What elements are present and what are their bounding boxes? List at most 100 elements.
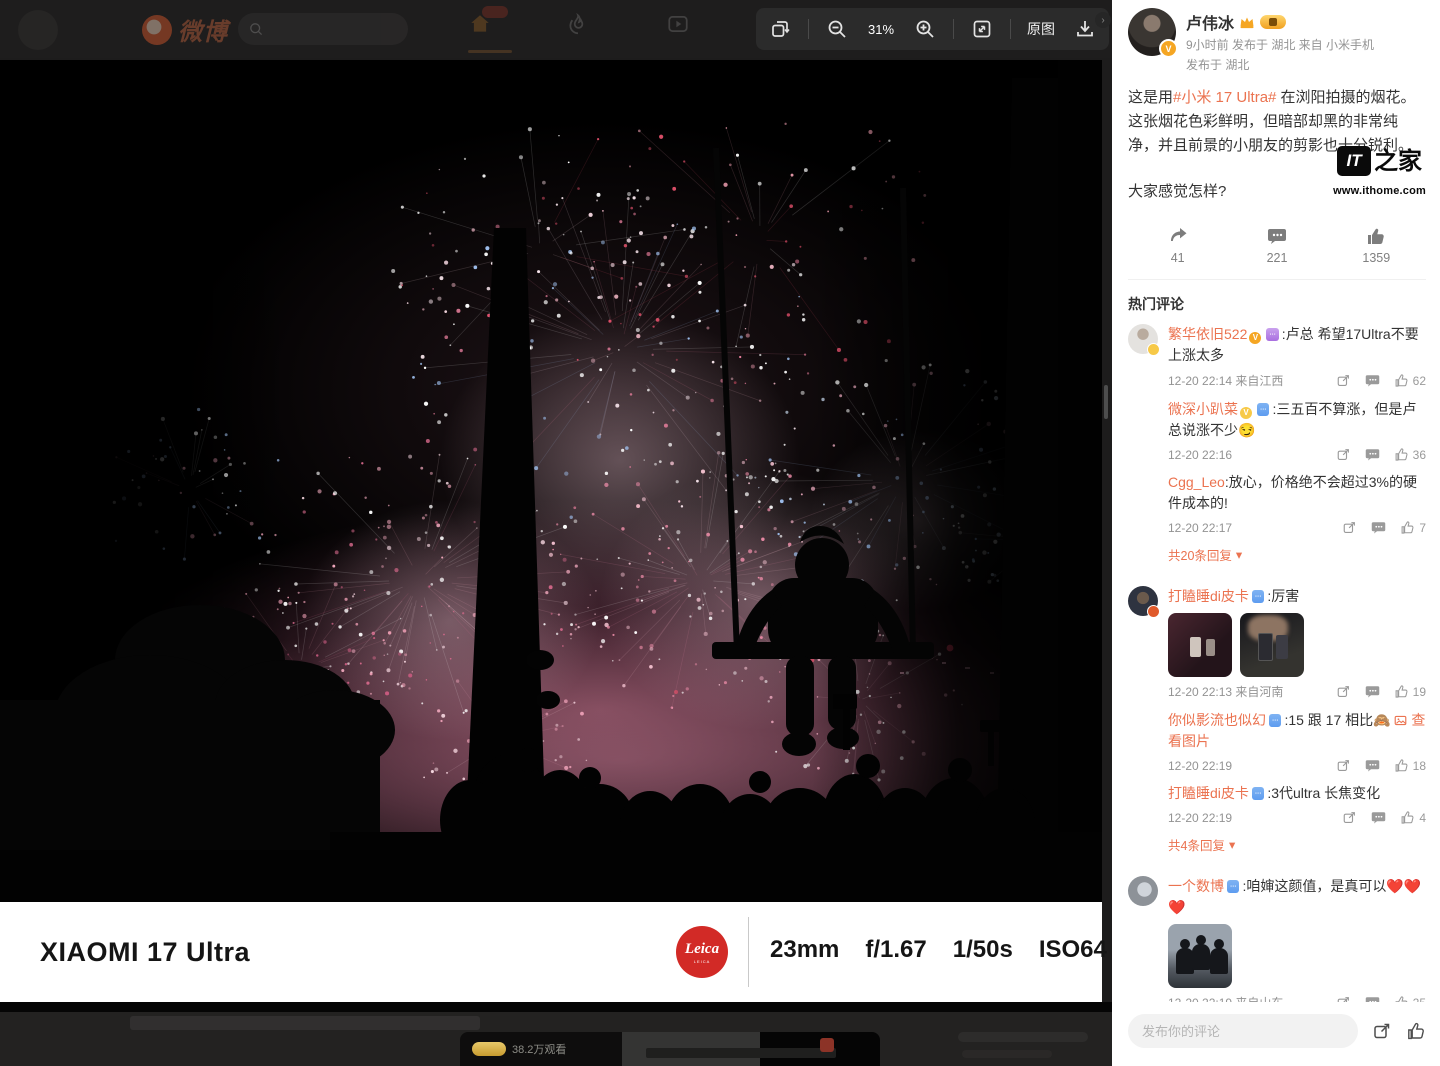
- comment-like-button[interactable]: 62: [1394, 373, 1426, 388]
- weibo-logo[interactable]: 微博: [142, 12, 228, 47]
- comment-like-button[interactable]: 25: [1394, 995, 1426, 1002]
- commenter-name[interactable]: 你似影流也似幻: [1168, 712, 1266, 728]
- commenter-name[interactable]: 微深小趴菜: [1168, 401, 1238, 417]
- ithome-watermark: IT 之家 www.ithome.com: [1333, 146, 1426, 203]
- forward-icon: [1336, 447, 1351, 462]
- commenter-name[interactable]: Cgg_Leo: [1168, 474, 1225, 490]
- zoom-out-icon: [826, 18, 848, 40]
- comment-like-count: 25: [1413, 996, 1426, 1003]
- nav-video-button[interactable]: [666, 12, 690, 41]
- comment-forward-button[interactable]: [1336, 995, 1351, 1002]
- forward-icon: [1336, 684, 1351, 699]
- active-tab-underline: [468, 50, 512, 53]
- commenter-avatar[interactable]: [1128, 324, 1160, 356]
- comment-reply-button[interactable]: [1371, 810, 1386, 825]
- comment-forward-button[interactable]: [1336, 758, 1351, 773]
- comment-reply-button[interactable]: [1365, 995, 1380, 1002]
- nav-home-button[interactable]: [468, 6, 508, 41]
- comment-reply-button[interactable]: [1365, 758, 1380, 773]
- comment-like-count: 18: [1412, 758, 1426, 773]
- comment-like-button[interactable]: 36: [1394, 447, 1426, 462]
- fan-badge: ⸱⸱⸱: [1266, 328, 1279, 341]
- commenter-name[interactable]: 一个数博: [1168, 878, 1224, 894]
- panel-scrollbar[interactable]: [1104, 385, 1108, 419]
- comment-item: 一个数博⸱⸱⸱:咱婶这颜值，是真可以❤️❤️❤️ 12-20 22:19 来自山…: [1128, 876, 1426, 1002]
- camera-specs: 23mm f/1.67 1/50s ISO64: [770, 936, 1107, 964]
- comment-like-button[interactable]: 18: [1394, 758, 1426, 773]
- like-icon: [1406, 1021, 1426, 1041]
- search-input[interactable]: [238, 13, 408, 45]
- verified-badge-icon: [1147, 343, 1160, 356]
- comment-like-button[interactable]: 4: [1400, 810, 1426, 825]
- comment-like-count: 7: [1419, 520, 1426, 535]
- comment-forward-button[interactable]: [1336, 447, 1351, 462]
- commenter-name[interactable]: 打瞌睡di皮卡: [1168, 588, 1249, 604]
- like-button[interactable]: 1359: [1327, 226, 1426, 265]
- fan-badge: ⸱⸱⸱: [1257, 403, 1270, 416]
- like-icon: [1400, 520, 1415, 535]
- fan-badge: ⸱⸱⸱: [1251, 590, 1265, 603]
- comment-reply-button[interactable]: [1365, 447, 1380, 462]
- comment-composer: [1112, 1002, 1440, 1066]
- comment-image-thumbnail[interactable]: [1240, 613, 1304, 677]
- user-avatar[interactable]: [18, 10, 58, 50]
- commenter-avatar[interactable]: [1128, 876, 1158, 906]
- comment-text: :厉害: [1267, 588, 1300, 604]
- author-avatar[interactable]: V: [1128, 8, 1178, 58]
- comment-reply-button[interactable]: [1365, 373, 1380, 388]
- commenter-name[interactable]: 打瞌睡di皮卡: [1168, 785, 1249, 801]
- comment-forward-button[interactable]: [1336, 373, 1351, 388]
- comment-forward-button[interactable]: [1336, 684, 1351, 699]
- author-name[interactable]: 卢伟冰: [1186, 10, 1234, 34]
- post-meta-line1: 9小时前 发布于 湖北 来自 小米手机: [1186, 38, 1375, 52]
- zoom-in-button[interactable]: [911, 15, 939, 43]
- rotate-icon: [769, 18, 791, 40]
- comment-like-button[interactable]: 19: [1394, 684, 1426, 699]
- comment-count: 221: [1266, 251, 1288, 265]
- comment-forward-button[interactable]: [1342, 520, 1357, 535]
- comment-icon: [1365, 995, 1380, 1002]
- forward-icon: [1342, 520, 1357, 535]
- more-replies-link[interactable]: 共20条回复 ▾: [1168, 545, 1426, 564]
- collapse-sidebar-button[interactable]: ›: [1095, 12, 1111, 28]
- comment-time: 12-20 22:14: [1168, 374, 1233, 388]
- comment-region: 来自山东: [1235, 996, 1283, 1002]
- photo-fireworks-swing[interactable]: [0, 60, 1102, 902]
- comment-like-button[interactable]: 7: [1400, 520, 1426, 535]
- comment-button[interactable]: 221: [1227, 226, 1326, 265]
- more-replies-link[interactable]: 共4条回复 ▾: [1168, 835, 1426, 854]
- comment-reply-button[interactable]: [1365, 684, 1380, 699]
- nav-hot-button[interactable]: [566, 12, 590, 41]
- comment-icon: [1365, 758, 1380, 773]
- comment-images: [1168, 924, 1426, 988]
- like-icon: [1394, 684, 1409, 699]
- comment-input[interactable]: [1128, 1014, 1358, 1048]
- commenter-avatar[interactable]: [1128, 586, 1160, 618]
- post-action-bar: 41 221 1359: [1128, 220, 1426, 275]
- rotate-image-button[interactable]: [766, 15, 794, 43]
- comment-forward-button[interactable]: [1342, 810, 1357, 825]
- post-author-header: V 卢伟冰 9小时前 发布于 湖北 来自 小米手机 发布于 湖北: [1128, 8, 1426, 74]
- comment-image-thumbnail[interactable]: [1168, 613, 1232, 677]
- sidebar-scroll-area[interactable]: V 卢伟冰 9小时前 发布于 湖北 来自 小米手机 发布于 湖北 这是用#小米 …: [1112, 0, 1440, 1002]
- view-original-button[interactable]: 原图: [1025, 19, 1057, 39]
- fan-badge: ⸱⸱⸱: [1269, 714, 1282, 727]
- fullscreen-button[interactable]: [968, 15, 996, 43]
- forward-icon: [1336, 373, 1351, 388]
- composer-like-button[interactable]: [1406, 1021, 1426, 1041]
- comment-icon: [1365, 684, 1380, 699]
- divider: [0, 1002, 1112, 1012]
- like-icon: [1400, 810, 1415, 825]
- comment-reply-button[interactable]: [1371, 520, 1386, 535]
- dimmed-video-card[interactable]: 38.2万观看: [460, 1032, 880, 1066]
- post-hashtag-link[interactable]: #小米 17 Ultra#: [1173, 89, 1276, 106]
- comment-image-thumbnail[interactable]: [1168, 924, 1232, 988]
- composer-share-button[interactable]: [1372, 1021, 1392, 1041]
- comment-icon: [1371, 810, 1386, 825]
- download-icon: [1074, 18, 1096, 40]
- commenter-name[interactable]: 繁华依旧522: [1168, 326, 1247, 342]
- views-count: 38.2万观看: [512, 1044, 567, 1056]
- zoom-out-button[interactable]: [823, 15, 851, 43]
- share-button[interactable]: 41: [1128, 226, 1227, 265]
- verified-icon: V: [1249, 331, 1262, 344]
